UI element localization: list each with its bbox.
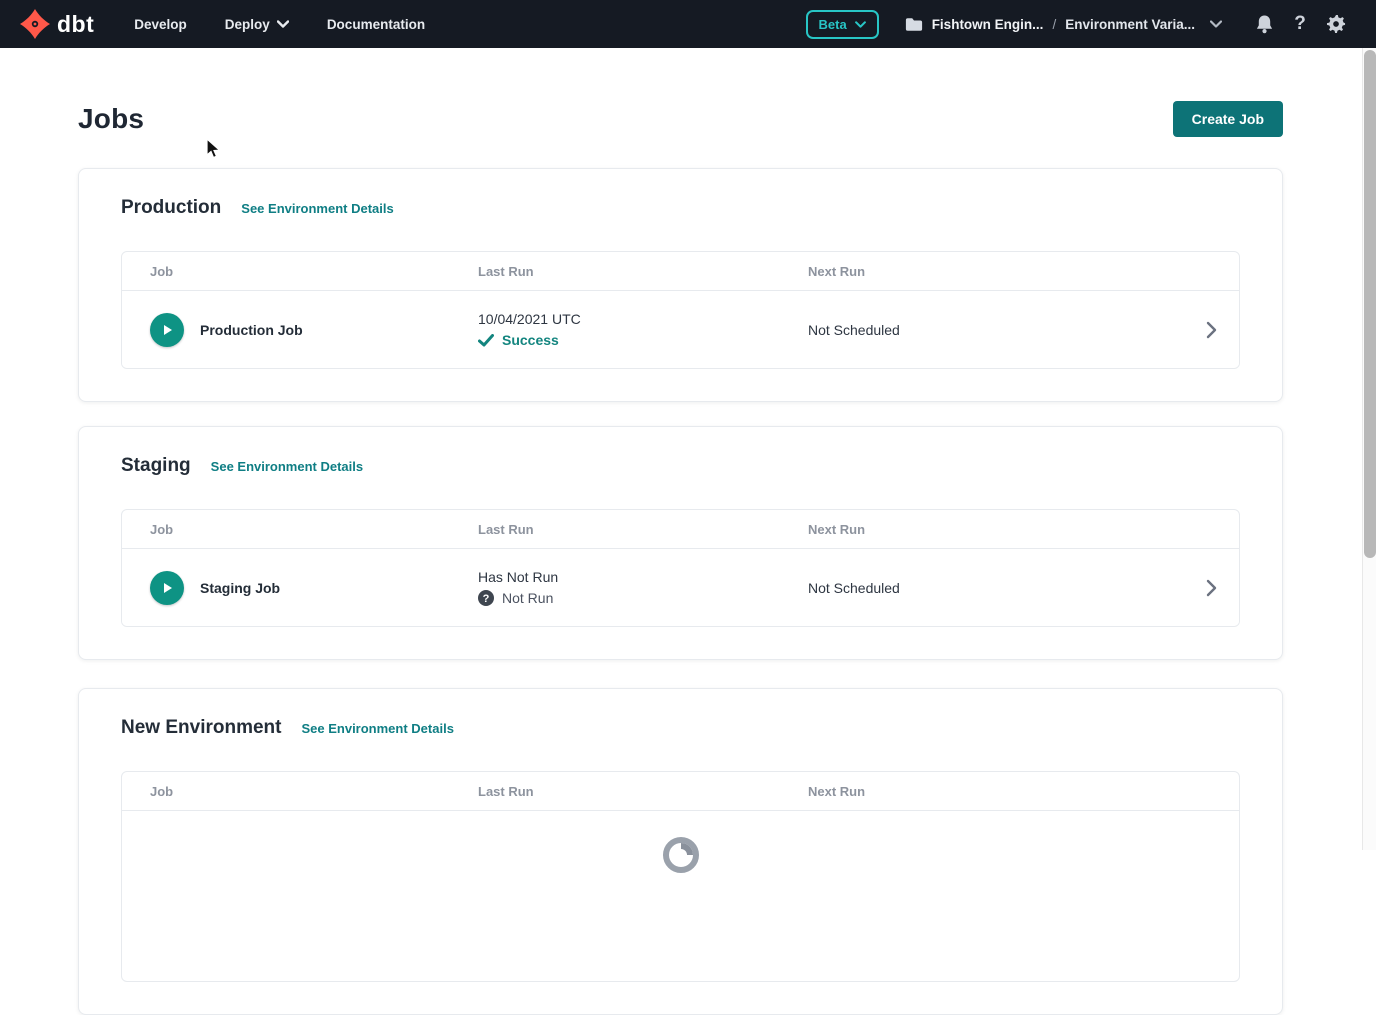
column-header-job: Job [122, 522, 478, 537]
job-row-production-job[interactable]: Production Job 10/04/2021 UTC Success No… [122, 291, 1239, 368]
see-environment-details-link[interactable]: See Environment Details [301, 721, 453, 736]
empty-state-icon [662, 836, 700, 874]
nav-item-develop[interactable]: Develop [134, 17, 187, 32]
play-icon [160, 581, 174, 595]
see-environment-details-link[interactable]: See Environment Details [241, 201, 393, 216]
column-header-last-run: Last Run [478, 264, 808, 279]
environment-header: New Environment See Environment Details [121, 717, 1240, 739]
see-environment-details-link[interactable]: See Environment Details [211, 459, 363, 474]
page-title: Jobs [78, 103, 144, 135]
jobs-table-header: Job Last Run Next Run [122, 772, 1239, 811]
chevron-down-icon [277, 20, 289, 28]
job-name: Production Job [200, 322, 303, 338]
beta-dropdown[interactable]: Beta [806, 10, 879, 39]
beta-label: Beta [819, 17, 847, 32]
column-header-job: Job [122, 784, 478, 799]
top-nav: dbt Develop Deploy Documentation Beta Fi… [0, 0, 1376, 48]
jobs-table: Job Last Run Next Run Staging Job Has No… [121, 509, 1240, 627]
dbt-logo[interactable]: dbt [20, 9, 94, 39]
chevron-right-icon [1204, 321, 1218, 339]
gear-icon [1327, 15, 1346, 34]
environment-header: Production See Environment Details [121, 197, 1240, 219]
last-run-status: Success [478, 332, 808, 348]
chevron-down-icon [855, 21, 866, 28]
check-icon [478, 334, 494, 347]
help-icon: ? [1294, 13, 1306, 35]
breadcrumb-separator: / [1052, 17, 1056, 32]
nav-right-group: Beta Fishtown Engin... / Environment Var… [806, 10, 1351, 39]
jobs-table: Job Last Run Next Run Production Job 10/… [121, 251, 1240, 369]
scrollbar-track[interactable] [1362, 48, 1376, 850]
last-run-date: 10/04/2021 UTC [478, 311, 808, 327]
column-header-last-run: Last Run [478, 784, 808, 799]
column-header-last-run: Last Run [478, 522, 808, 537]
environment-header: Staging See Environment Details [121, 455, 1240, 477]
chevron-down-icon [1210, 20, 1222, 28]
question-circle-icon: ? [478, 590, 494, 606]
page-header: Jobs Create Job [78, 100, 1283, 138]
environment-name: Production [121, 197, 221, 219]
dbt-logo-icon [20, 9, 50, 39]
run-job-button[interactable] [150, 571, 184, 605]
scrollbar-thumb[interactable] [1364, 50, 1376, 558]
main-content: Jobs Create Job Production See Environme… [0, 48, 1362, 1015]
chevron-right-icon [1204, 579, 1218, 597]
brand-name: dbt [57, 11, 94, 38]
environment-name: New Environment [121, 717, 281, 739]
next-run-value: Not Scheduled [808, 580, 1183, 596]
breadcrumb-section[interactable]: Environment Varia... [1065, 17, 1195, 32]
create-job-button[interactable]: Create Job [1173, 101, 1283, 137]
breadcrumb[interactable]: Fishtown Engin... / Environment Varia... [905, 17, 1222, 32]
environment-name: Staging [121, 455, 191, 477]
jobs-table-header: Job Last Run Next Run [122, 510, 1239, 549]
column-header-next-run: Next Run [808, 264, 1183, 279]
jobs-table-header: Job Last Run Next Run [122, 252, 1239, 291]
nav-item-deploy-label: Deploy [225, 17, 270, 32]
nav-icon-group: ? [1250, 10, 1350, 38]
column-header-next-run: Next Run [808, 784, 1183, 799]
svg-text:?: ? [483, 593, 490, 605]
notifications-button[interactable] [1250, 10, 1278, 38]
next-run-value: Not Scheduled [808, 322, 1183, 338]
jobs-table: Job Last Run Next Run [121, 771, 1240, 982]
last-run-date: Has Not Run [478, 569, 808, 585]
last-run-status: ? Not Run [478, 590, 808, 606]
environment-card-new-environment: New Environment See Environment Details … [78, 688, 1283, 1015]
nav-item-documentation-label: Documentation [327, 17, 425, 32]
nav-item-documentation[interactable]: Documentation [327, 17, 425, 32]
status-badge: Success [502, 332, 559, 348]
environment-card-staging: Staging See Environment Details Job Last… [78, 426, 1283, 660]
empty-jobs-state [122, 811, 1239, 981]
play-icon [160, 323, 174, 337]
nav-item-develop-label: Develop [134, 17, 187, 32]
column-header-next-run: Next Run [808, 522, 1183, 537]
settings-button[interactable] [1322, 10, 1350, 38]
job-row-staging-job[interactable]: Staging Job Has Not Run ? Not Run Not Sc… [122, 549, 1239, 626]
column-header-job: Job [122, 264, 478, 279]
primary-nav: Develop Deploy Documentation [134, 17, 425, 32]
nav-item-deploy[interactable]: Deploy [225, 17, 289, 32]
help-button[interactable]: ? [1286, 10, 1314, 38]
status-badge: Not Run [502, 590, 553, 606]
breadcrumb-project[interactable]: Fishtown Engin... [932, 17, 1044, 32]
folder-icon [905, 17, 923, 32]
job-name: Staging Job [200, 580, 280, 596]
run-job-button[interactable] [150, 313, 184, 347]
bell-icon [1255, 14, 1274, 34]
environment-card-production: Production See Environment Details Job L… [78, 168, 1283, 402]
